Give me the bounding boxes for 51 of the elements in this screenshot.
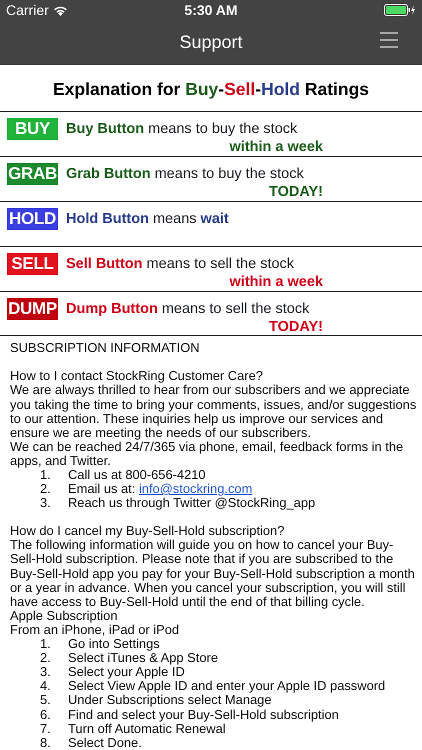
- step-text: Turn off Automatic Renewal: [68, 722, 226, 736]
- rating-timeframe: within a week: [228, 140, 323, 154]
- email-link[interactable]: info@stockring.com: [138, 481, 252, 496]
- rating-timeframe: TODAY!: [268, 185, 323, 200]
- step-text: Find and select your Buy-Sell-Hold subscription: [68, 708, 339, 722]
- rating-badge[interactable]: DUMP: [7, 298, 58, 320]
- wifi-icon: [52, 4, 68, 16]
- info-text: How to I contact StockRing Customer Care?: [10, 367, 264, 384]
- step-text: Select View Apple ID and enter your Apple ID password: [68, 679, 386, 694]
- step-number: 6.: [39, 708, 52, 722]
- step-text: Email us at: info@stockring.com: [68, 482, 252, 496]
- step-text: Select iTunes & App Store: [68, 651, 218, 666]
- info-text: The following information will guide you on how to cancel your Buy-Sell-Hold subscription. Please note that if you are subscribed to the Buy-Sell-Hold app you pay for your Buy-Sell-Hold subscription a month or a year in advance. When you cancel your subscription, you will still have access to Buy-Sell-Hold until the end of that billing cycle.: [10, 538, 416, 609]
- step-number: 5.: [39, 693, 52, 708]
- step-text: Select your Apple ID: [68, 665, 185, 680]
- info-text: How do I cancel my Buy-Sell-Hold subscription?: [10, 522, 286, 538]
- rating-description: Sell Button means to sell the stock: [66, 256, 294, 272]
- ratings-heading: Explanation for Buy-Sell-Hold Ratings: [52, 78, 370, 101]
- step-number: 2.: [39, 482, 52, 496]
- status-time: 5:30 AM: [184, 0, 238, 20]
- step-number: 1.: [40, 468, 52, 482]
- info-text: SUBSCRIPTION INFORMATION: [10, 341, 201, 356]
- step-number: 7.: [39, 722, 52, 736]
- info-text: Apple Subscription: [10, 608, 118, 623]
- rating-badge[interactable]: SELL: [7, 253, 58, 276]
- step-text: Under Subscriptions select Manage: [68, 693, 272, 708]
- rating-timeframe: within a week: [228, 275, 323, 290]
- battery-charging-icon: [384, 4, 416, 16]
- step-number: 1.: [39, 637, 52, 652]
- screen-title: Support: [179, 31, 243, 54]
- rating-description: Buy Button means to buy the stock: [66, 121, 298, 138]
- info-text: We are always thrilled to hear from our subscribers and we appreciate you taking the time to bring your comments, issues, and/or suggestions to our attention. These inquiries help us improve our services and ensure we are meeting the needs of our subscribers.: [10, 383, 418, 440]
- rating-badge[interactable]: HOLD: [7, 208, 58, 230]
- step-number: 2.: [39, 651, 52, 666]
- step-text: Go into Settings: [68, 637, 160, 652]
- info-text: We can be reached 24/7/365 via phone, email, feedback forms in the apps, and Twitter.: [10, 440, 404, 468]
- carrier-label: Carrier: [6, 0, 49, 20]
- rating-description: Dump Button means to sell the stock: [66, 301, 310, 318]
- menu-icon[interactable]: [380, 32, 398, 48]
- step-text: Reach us through Twitter @StockRing_app: [68, 496, 316, 510]
- info-text: From an iPhone, iPad or iPod: [10, 622, 180, 638]
- rating-timeframe: TODAY!: [268, 320, 323, 334]
- rating-badge[interactable]: GRAB: [7, 163, 58, 186]
- step-text: Call us at 800-656-4210: [68, 468, 206, 482]
- rating-description: Hold Button means wait: [66, 211, 229, 228]
- step-number: 3.: [39, 665, 52, 680]
- step-number: 8.: [39, 736, 52, 750]
- step-text: Select Done.: [68, 736, 142, 750]
- step-number: 4.: [39, 679, 52, 694]
- step-number: 3.: [39, 496, 52, 510]
- rating-description: Grab Button means to buy the stock: [66, 166, 304, 182]
